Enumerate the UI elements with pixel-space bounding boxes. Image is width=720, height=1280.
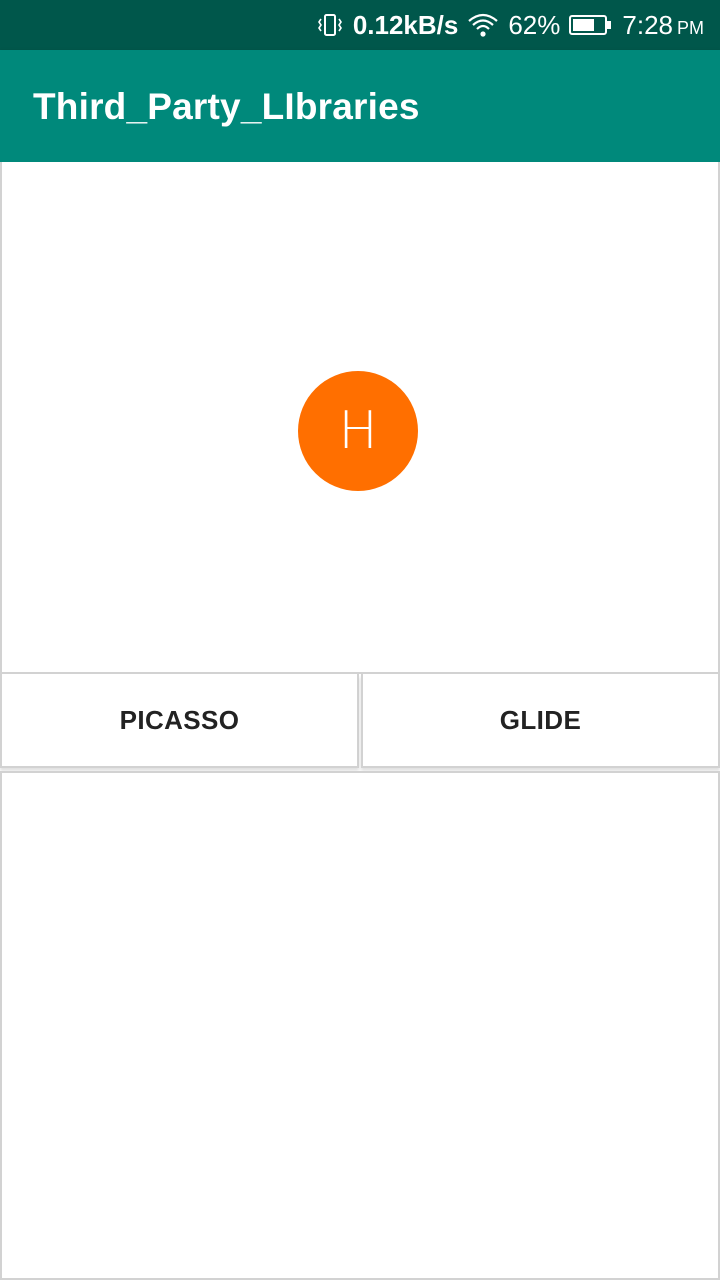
app-title: Third_Party_LIbraries <box>33 86 420 127</box>
image-view: H <box>0 162 720 674</box>
battery-percent: 62% <box>508 9 561 40</box>
network-speed: 0.12kB/s <box>352 9 459 40</box>
bottom-image-view <box>0 771 720 1280</box>
avatar: H <box>298 371 418 491</box>
wifi-icon <box>467 12 499 38</box>
clock-am-pm: PM <box>677 17 704 38</box>
status-bar: 0.12kB/s 62% 7:28 PM <box>0 0 720 50</box>
status-indicators: 0.12kB/s 62% 7:28 PM <box>316 0 704 50</box>
app-bar: Third_Party_LIbraries <box>0 50 720 162</box>
glide-button[interactable]: GLIDE <box>361 674 720 768</box>
vibrate-icon <box>316 12 344 38</box>
avatar-letter: H <box>338 401 378 461</box>
battery-icon <box>569 14 613 36</box>
picasso-button[interactable]: PICASSO <box>0 674 359 768</box>
clock-time: 7:28 <box>622 9 673 40</box>
